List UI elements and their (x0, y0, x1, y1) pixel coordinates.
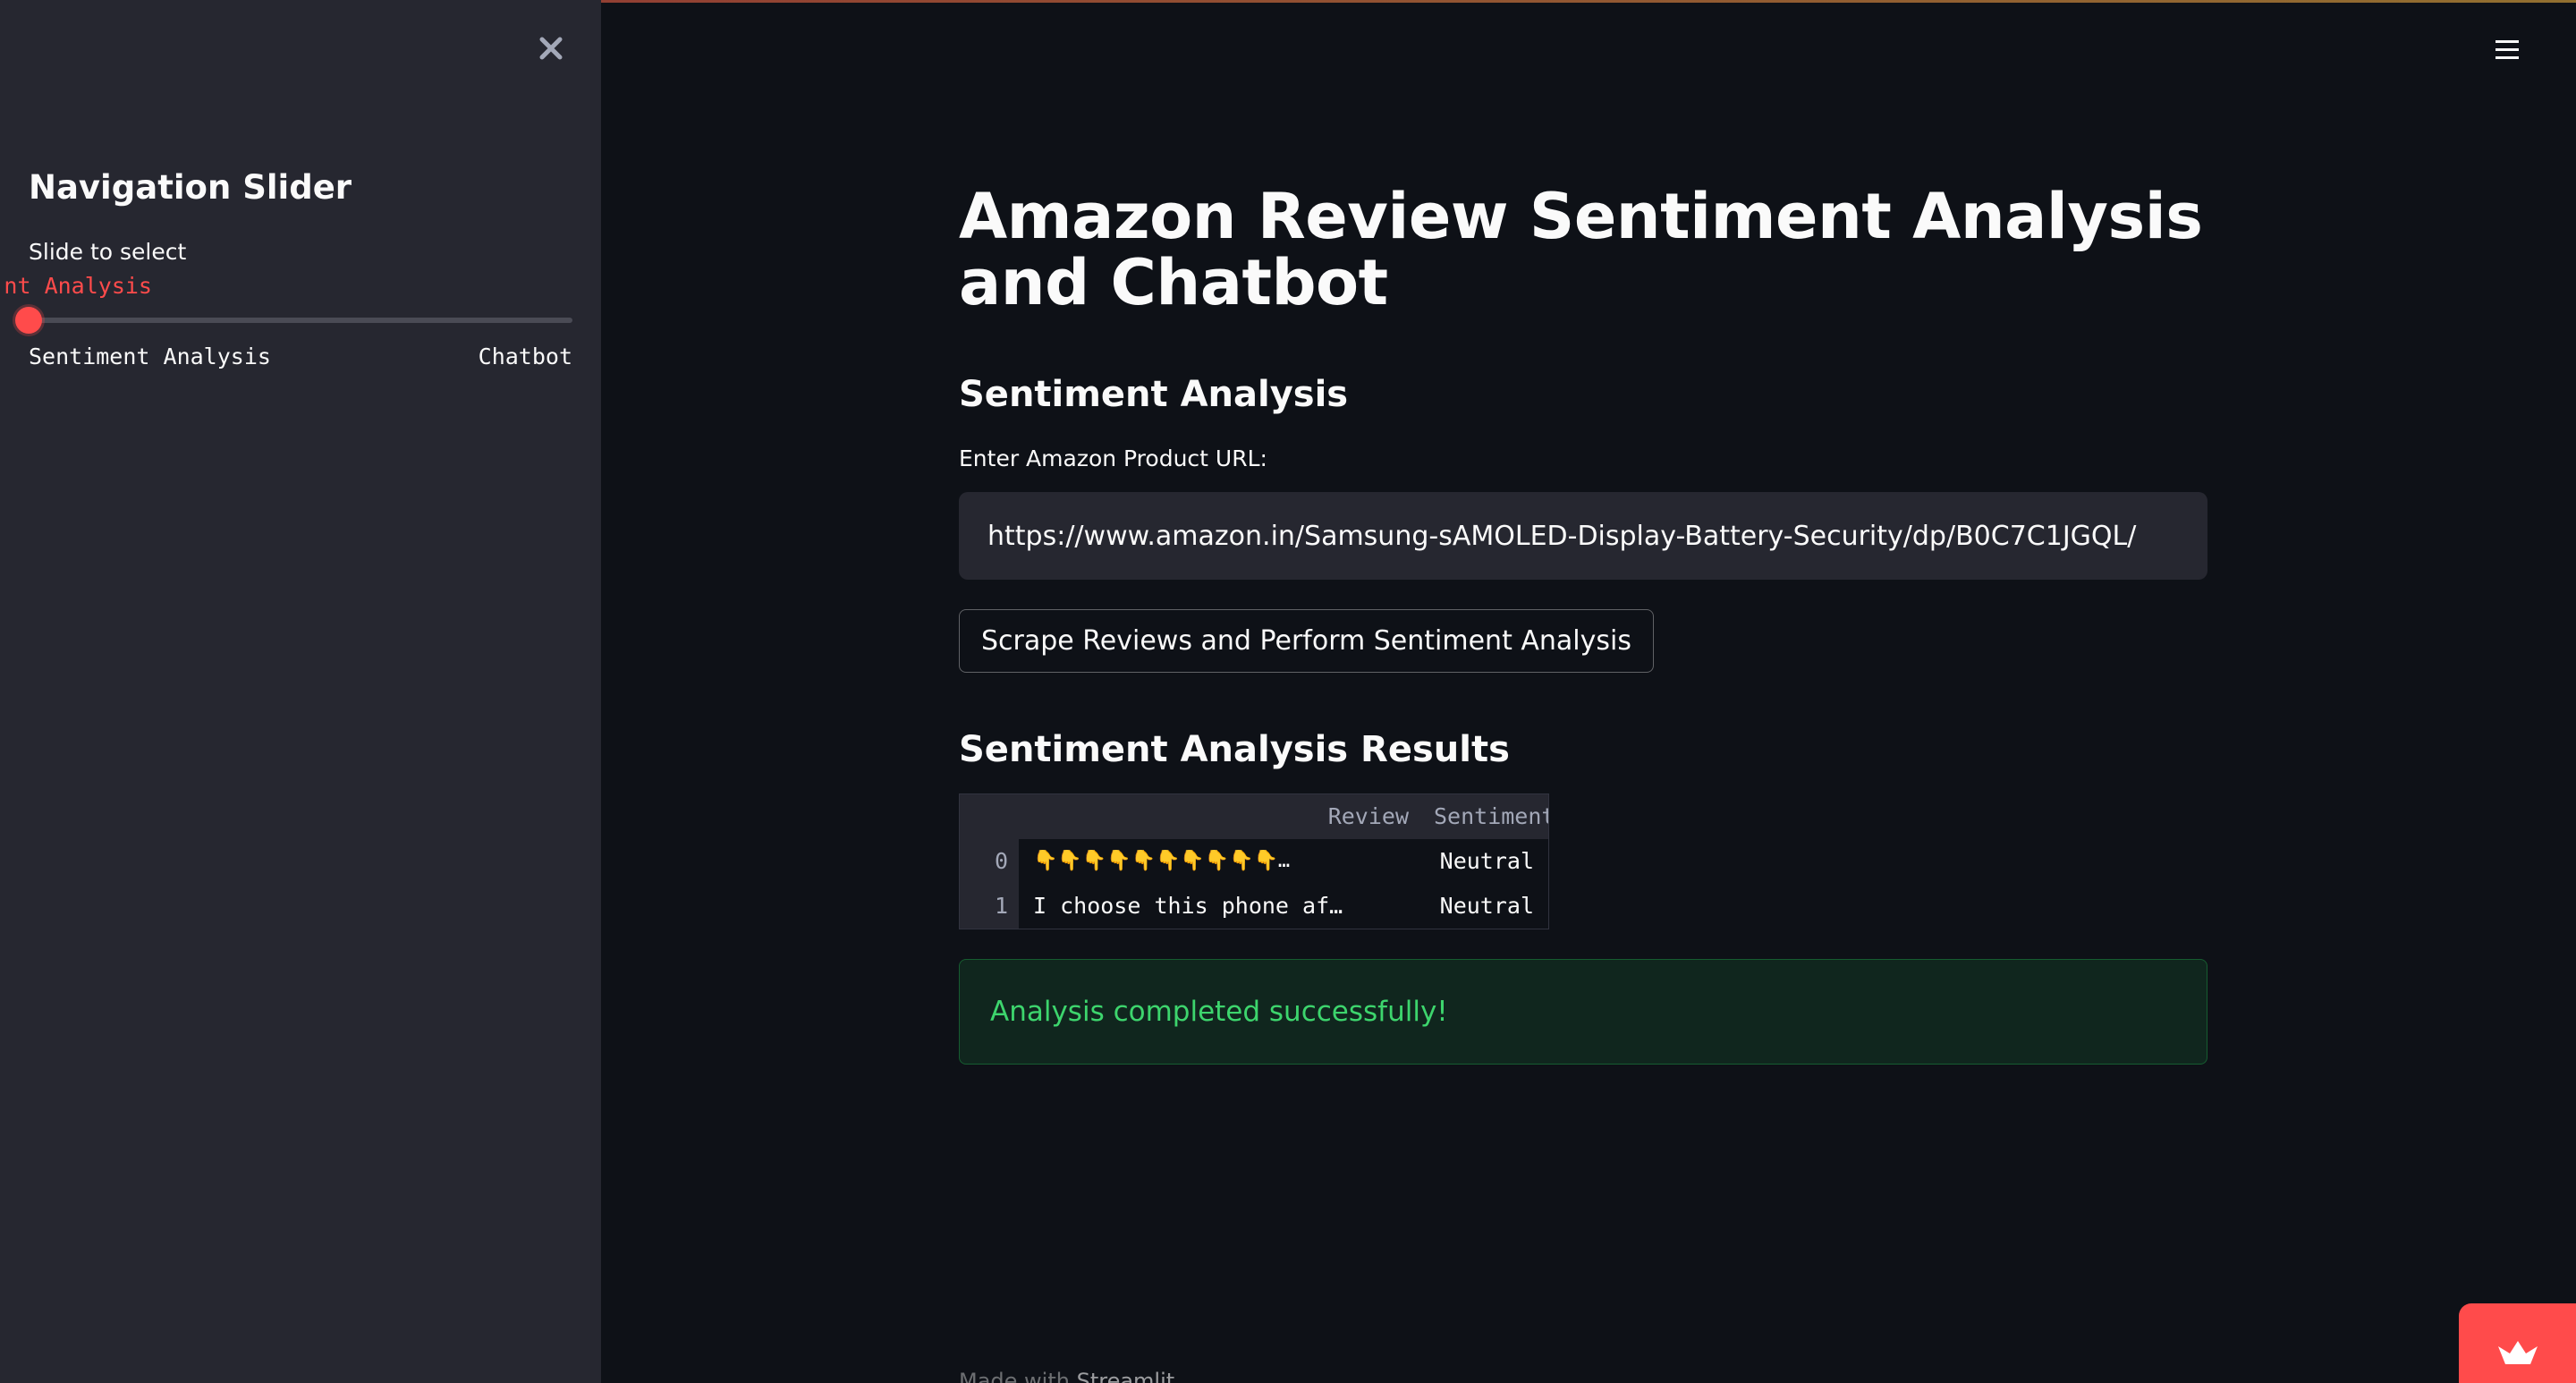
table-row: 0 👇👇👇👇👇👇👇👇👇👇… Neutral (960, 839, 1548, 884)
results-heading: Sentiment Analysis Results (959, 729, 1510, 770)
sidebar-title: Navigation Slider (29, 168, 352, 207)
footer-brand-link[interactable]: Streamlit (1077, 1369, 1175, 1383)
column-header-sentiment[interactable]: Sentiment (1434, 794, 1548, 839)
page-title: Amazon Review Sentiment Analysis and Cha… (959, 180, 2203, 319)
review-cell[interactable]: 👇👇👇👇👇👇👇👇👇👇… (1019, 839, 1434, 884)
hamburger-menu-icon (2496, 40, 2519, 59)
table-row: 1 I choose this phone af… Neutral (960, 884, 1548, 929)
row-index: 1 (960, 884, 1019, 929)
row-index: 0 (960, 839, 1019, 884)
results-table[interactable]: Review Sentiment 0 👇👇👇👇👇👇👇👇👇👇… Neutral 1… (959, 793, 1549, 929)
slider-current-value: nt Analysis (4, 273, 152, 299)
section-heading-sentiment: Sentiment Analysis (959, 374, 1349, 415)
table-header-row: Review Sentiment (960, 794, 1548, 839)
sidebar: Navigation Slider Slide to select nt Ana… (0, 0, 601, 1383)
footer-prefix: Made with (959, 1369, 1077, 1383)
product-url-input[interactable] (959, 492, 2207, 580)
main-menu-button[interactable] (2492, 34, 2522, 64)
scrape-analyze-button[interactable]: Scrape Reviews and Perform Sentiment Ana… (959, 609, 1654, 673)
streamlit-badge-button[interactable] (2459, 1303, 2576, 1383)
sentiment-cell[interactable]: Neutral (1434, 884, 1548, 929)
success-alert: Analysis completed successfully! (959, 959, 2207, 1065)
slider-max-label: Chatbot (478, 344, 572, 369)
slider-track[interactable] (29, 318, 572, 323)
table-index-header (960, 794, 1019, 839)
url-input-label: Enter Amazon Product URL: (959, 445, 1267, 471)
footer: Made with Streamlit (959, 1369, 1174, 1383)
sentiment-cell[interactable]: Neutral (1434, 839, 1548, 884)
streamlit-crown-icon (2498, 1341, 2538, 1364)
slider-thumb[interactable] (15, 307, 42, 334)
review-cell[interactable]: I choose this phone af… (1019, 884, 1434, 929)
close-icon (539, 37, 563, 60)
slider-label: Slide to select (29, 239, 187, 265)
column-header-review[interactable]: Review (1019, 794, 1434, 839)
slider-min-label: Sentiment Analysis (29, 344, 271, 369)
sidebar-close-button[interactable] (530, 27, 572, 70)
